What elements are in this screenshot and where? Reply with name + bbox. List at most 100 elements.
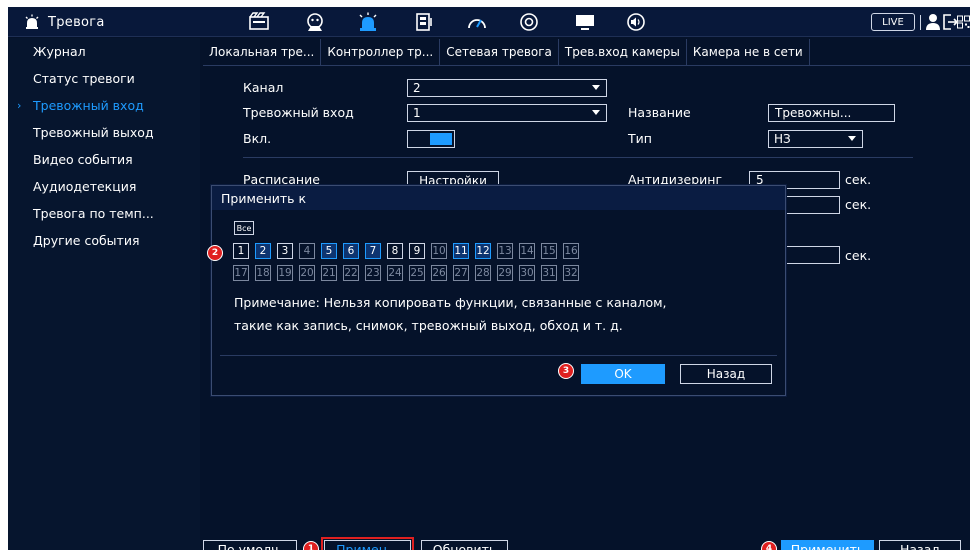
sidebar-item-journal[interactable]: Журнал [8, 38, 200, 65]
channel-checkbox[interactable]: 17 [233, 265, 249, 281]
dialog-title: Применить к [212, 186, 785, 210]
sidebar-item-other-events[interactable]: Другие события [8, 227, 200, 254]
record-delay-unit: сек. [845, 197, 872, 212]
channel-checkbox[interactable]: 13 [497, 243, 513, 259]
audio-icon[interactable] [625, 12, 647, 32]
channel-checkbox[interactable]: 26 [431, 265, 447, 281]
qr-icon[interactable] [957, 12, 970, 32]
page-title: Тревога [48, 14, 105, 30]
channel-checkbox[interactable]: 27 [453, 265, 469, 281]
channel-checkbox[interactable]: 19 [277, 265, 293, 281]
channel-checkbox[interactable]: 25 [409, 265, 425, 281]
step-badge: 4 [761, 541, 777, 550]
tab-network-alarm[interactable]: Сетевая тревога [440, 39, 559, 65]
sidebar-item-label: Другие события [33, 233, 140, 248]
channel-checkbox[interactable]: 5 [321, 243, 337, 259]
ok-button[interactable]: OK [581, 364, 665, 384]
sidebar-item-label: Аудиодетекция [33, 179, 137, 194]
chevron-down-icon [592, 110, 600, 115]
dialog-back-button[interactable]: Назад [680, 364, 772, 384]
step-badge: 1 [303, 541, 319, 550]
chevron-right-icon: › [17, 99, 22, 112]
top-bar: Тревога LIVE [8, 7, 970, 37]
alarm-input-select[interactable]: 1 [407, 104, 607, 122]
channel-checkbox[interactable]: 15 [541, 243, 557, 259]
channel-checkbox[interactable]: 22 [343, 265, 359, 281]
user-icon[interactable] [924, 12, 942, 32]
dialog-note: Примечание: Нельзя копировать функции, с… [234, 291, 774, 337]
type-select[interactable]: НЗ [768, 130, 863, 148]
channel-checkbox[interactable]: 24 [387, 265, 403, 281]
alarm-icon [25, 14, 39, 29]
select-all-button[interactable]: Все [234, 221, 254, 235]
sidebar-item-temperature-alarm[interactable]: Тревога по темп... [8, 200, 200, 227]
channel-checkbox[interactable]: 2 [255, 243, 271, 259]
channel-select[interactable]: 2 [407, 79, 607, 97]
face-icon[interactable] [304, 12, 326, 32]
refresh-button[interactable]: Обновить [421, 540, 508, 550]
sidebar-item-label: Видео события [33, 152, 133, 167]
channel-checkbox[interactable]: 1 [233, 243, 249, 259]
sidebar-item-label: Статус тревоги [33, 71, 135, 86]
storage-icon[interactable] [413, 12, 435, 32]
sidebar: Журнал Статус тревоги › Тревожный вход Тр… [8, 38, 200, 550]
tab-local-alarm[interactable]: Локальная тре... [203, 39, 322, 65]
apply-short-button[interactable]: Примен... [324, 540, 411, 550]
sidebar-item-alarm-status[interactable]: Статус тревоги [8, 65, 200, 92]
camera-icon[interactable] [518, 12, 540, 32]
chevron-down-icon [848, 136, 856, 141]
step-badge: 3 [558, 363, 574, 379]
sidebar-item-alarm-output[interactable]: Тревожный выход [8, 119, 200, 146]
channel-checkbox[interactable]: 20 [299, 265, 315, 281]
type-label: Тип [628, 131, 652, 146]
channel-checkbox[interactable]: 23 [365, 265, 381, 281]
name-input[interactable]: Тревожны... [768, 104, 895, 122]
channel-label: Канал [243, 80, 284, 95]
step-badge: 2 [207, 245, 223, 261]
channel-checkbox[interactable]: 9 [409, 243, 425, 259]
channel-checkbox[interactable]: 18 [255, 265, 271, 281]
channel-checkbox[interactable]: 11 [453, 243, 469, 259]
record-icon[interactable] [248, 12, 270, 32]
channel-value: 2 [413, 81, 421, 95]
channel-checkbox[interactable]: 28 [475, 265, 491, 281]
live-button[interactable]: LIVE [871, 13, 915, 31]
channel-checkbox[interactable]: 29 [497, 265, 513, 281]
enable-label: Вкл. [243, 131, 272, 146]
nvr-screen: Тревога LIVE Журнал Статус тревоги › Тре… [8, 7, 970, 550]
channel-checkbox[interactable]: 6 [343, 243, 359, 259]
channel-checkbox[interactable]: 16 [563, 243, 579, 259]
sidebar-item-label: Тревога по темп... [33, 206, 154, 221]
channel-checkbox[interactable]: 8 [387, 243, 403, 259]
channel-checkbox[interactable]: 31 [541, 265, 557, 281]
channel-checkbox[interactable]: 4 [299, 243, 315, 259]
channel-checkbox[interactable]: 3 [277, 243, 293, 259]
apply-button[interactable]: Применить [781, 540, 874, 550]
channel-checkbox[interactable]: 12 [475, 243, 491, 259]
channel-checkbox[interactable]: 32 [563, 265, 579, 281]
toggle-knob [430, 133, 452, 145]
sidebar-item-label: Тревожный выход [33, 125, 154, 140]
channel-checkbox[interactable]: 14 [519, 243, 535, 259]
speed-icon[interactable] [466, 12, 488, 32]
channel-checkbox[interactable]: 10 [431, 243, 447, 259]
alarm-active-icon[interactable] [357, 12, 379, 32]
name-label: Название [628, 105, 691, 120]
sidebar-item-audio-detection[interactable]: Аудиодетекция [8, 173, 200, 200]
tab-camera-alarm-input[interactable]: Трев.вход камеры [559, 39, 687, 65]
sidebar-item-alarm-input[interactable]: › Тревожный вход [8, 92, 200, 119]
section-divider [243, 157, 913, 158]
sidebar-item-label: Журнал [33, 44, 86, 59]
back-button[interactable]: Назад [879, 540, 961, 550]
channel-checkbox[interactable]: 7 [365, 243, 381, 259]
display-icon[interactable] [574, 12, 596, 32]
sidebar-item-video-events[interactable]: Видео события [8, 146, 200, 173]
enable-toggle[interactable] [407, 130, 455, 148]
channel-checkbox[interactable]: 30 [519, 265, 535, 281]
default-button[interactable]: По умолч. [203, 540, 297, 550]
channel-checkbox[interactable]: 21 [321, 265, 337, 281]
chevron-down-icon [592, 85, 600, 90]
tab-camera-offline[interactable]: Камера не в сети [687, 39, 810, 65]
note-line-2: такие как запись, снимок, тревожный выхо… [234, 318, 623, 333]
tab-alarm-controller[interactable]: Контроллер тр... [321, 39, 441, 65]
